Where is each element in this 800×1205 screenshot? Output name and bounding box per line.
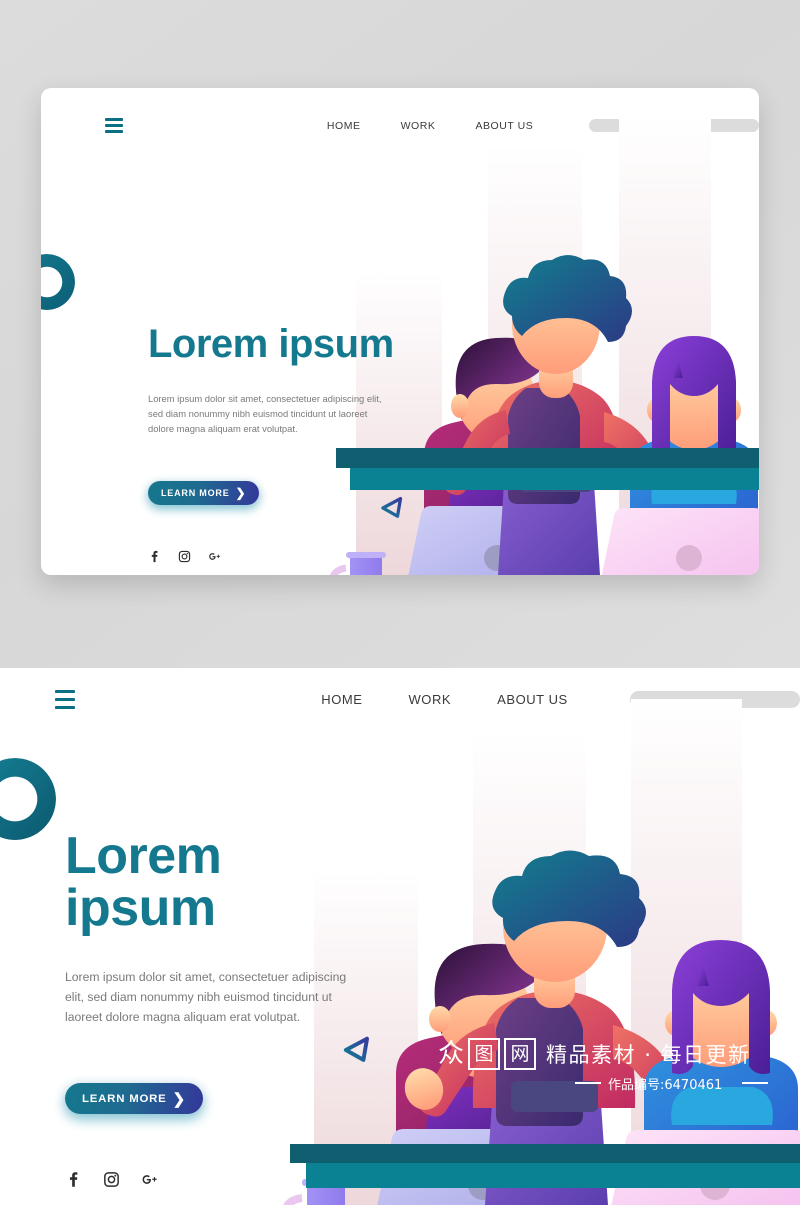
facebook-icon[interactable] bbox=[148, 550, 161, 563]
learn-more-label: LEARN MORE bbox=[161, 487, 230, 498]
page-title-full: Lorem ipsum bbox=[65, 827, 222, 937]
instagram-icon[interactable] bbox=[178, 550, 191, 563]
learn-more-label-full: LEARN MORE bbox=[82, 1092, 167, 1105]
chevron-right-icon: ❯ bbox=[235, 485, 247, 500]
facebook-icon-full[interactable] bbox=[65, 1171, 82, 1188]
hamburger-menu-icon[interactable] bbox=[105, 118, 123, 133]
instagram-icon-full[interactable] bbox=[103, 1171, 120, 1188]
social-links-full bbox=[65, 1171, 365, 1188]
hero-preview-card: HOME WORK ABOUT US Lorem ipsum Lorem ips… bbox=[41, 88, 759, 575]
teal-ring-decoration-full bbox=[0, 758, 56, 840]
learn-more-button[interactable]: LEARN MORE ❯ bbox=[148, 480, 260, 505]
learn-more-button-full[interactable]: LEARN MORE ❯ bbox=[65, 1083, 203, 1115]
play-triangle-icon-full[interactable] bbox=[340, 1032, 376, 1068]
page-title: Lorem ipsum bbox=[148, 322, 394, 366]
hero-copy-full: Lorem ipsum Lorem ipsum dolor sit amet, … bbox=[65, 830, 365, 1188]
hero-copy-card: Lorem ipsum Lorem ipsum dolor sit amet, … bbox=[148, 324, 398, 563]
page-root: HOME WORK ABOUT US Lorem ipsum Lorem ips… bbox=[0, 0, 800, 1205]
social-links-card bbox=[148, 550, 398, 563]
play-triangle-icon[interactable] bbox=[378, 493, 408, 523]
teal-ring-decoration bbox=[41, 254, 75, 310]
chevron-right-icon-full: ❯ bbox=[172, 1090, 186, 1108]
hero-body-text: Lorem ipsum dolor sit amet, consectetuer… bbox=[148, 393, 382, 435]
hero-body-text-full: Lorem ipsum dolor sit amet, consectetuer… bbox=[65, 970, 347, 1024]
google-plus-icon-full[interactable] bbox=[141, 1171, 158, 1188]
hamburger-menu-icon-full[interactable] bbox=[55, 690, 76, 709]
google-plus-icon[interactable] bbox=[208, 550, 221, 563]
hero-full-section: HOME WORK ABOUT US Lorem ipsum Lorem ips… bbox=[0, 668, 800, 1205]
